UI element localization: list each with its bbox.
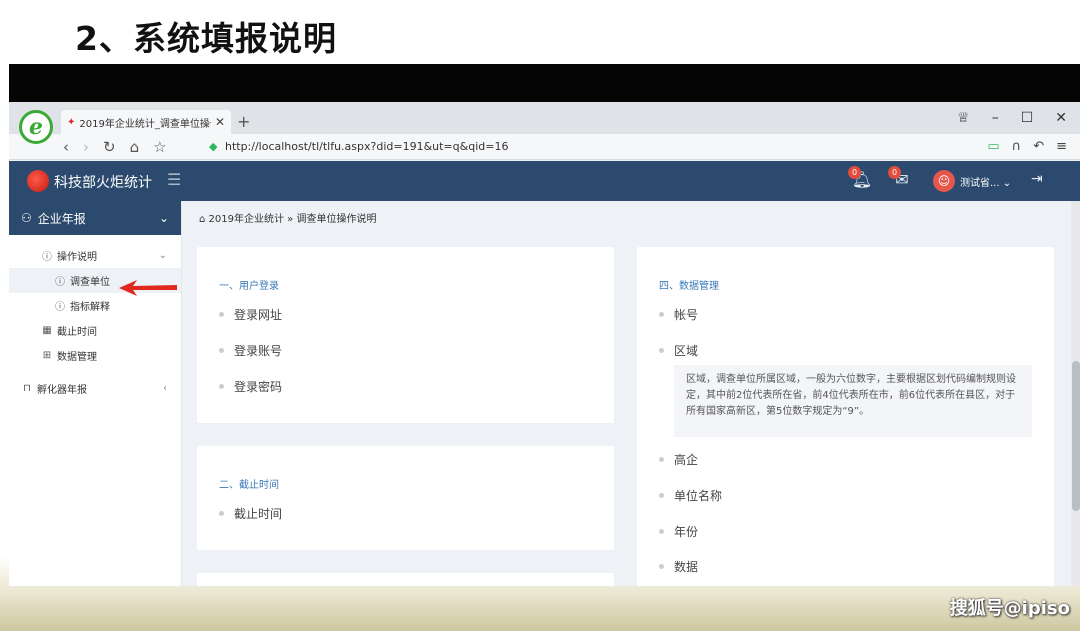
avatar[interactable]: ☺: [933, 170, 955, 192]
sidebar-item-data-mgmt[interactable]: ⊞ 数据管理: [9, 343, 181, 368]
minimize-button[interactable]: –: [992, 110, 999, 126]
help-circle-icon: ⓘ: [55, 277, 65, 288]
address-bar: ‹ › ↻ ⌂ ☆ ◆ http://localhost/tl/tlfu.asp…: [9, 134, 1080, 160]
help-circle-icon: ⓘ: [55, 302, 65, 313]
sidebar-item-incubator[interactable]: ⊓ 孵化器年报 ‹: [9, 376, 181, 401]
headphones-icon[interactable]: ∩: [1012, 139, 1022, 154]
card-user-login: 一、用户登录 登录网址 登录账号 登录密码: [197, 247, 614, 423]
maximize-button[interactable]: ☐: [1021, 110, 1034, 126]
back-icon[interactable]: ‹: [63, 138, 69, 156]
new-tab-button[interactable]: +: [237, 112, 250, 131]
scrollbar[interactable]: [1071, 201, 1080, 586]
home-icon[interactable]: ⌂: [130, 138, 140, 156]
torch-logo-icon: [27, 170, 49, 192]
help-circle-icon: ⓘ: [42, 252, 52, 263]
app-header: 科技部火炬统计 ☰ 🔔︎ 0 ✉ 0 ☺ 测试省... ⌄ ⇥: [9, 161, 1080, 201]
url-text: http://localhost/tl/tlfu.aspx?did=191&ut…: [224, 140, 509, 153]
browser-logo-icon: e: [19, 110, 53, 144]
mail-icon[interactable]: ✉ 0: [888, 166, 913, 192]
black-bar: [9, 64, 1080, 102]
tab-close-icon[interactable]: ✕: [215, 115, 225, 129]
chevron-down-icon: ⌄: [158, 250, 167, 261]
chevron-down-icon: ⌄: [158, 211, 169, 225]
logout-icon[interactable]: ⇥: [1031, 171, 1043, 187]
sidebar: ⚇ 企业年报 ⌄ ⓘ 操作说明 ⌄ ⓘ 调查单位 ⓘ 指标解释 ▦ 截止时间 ⊞…: [9, 201, 182, 586]
lock-icon: ⊓: [23, 383, 31, 394]
bell-icon[interactable]: 🔔︎ 0: [848, 166, 873, 192]
menu-icon[interactable]: ≡: [1056, 139, 1067, 154]
field-region: 区域: [659, 342, 698, 359]
field-deadline: 截止时间: [219, 505, 282, 522]
calendar-icon: ▦: [42, 325, 52, 336]
grid-icon: ⊞: [42, 350, 52, 361]
app-name: 科技部火炬统计: [54, 175, 152, 191]
watermark: 搜狐号@ipiso: [949, 598, 1070, 619]
region-note: 区域，调查单位所属区域，一般为六位数字，主要根据区划代码编制规则设定，其中前2位…: [674, 365, 1032, 437]
breadcrumb: ⌂ 2019年企业统计 » 调查单位操作说明: [199, 214, 377, 225]
section-title: 二、截止时间: [219, 480, 279, 491]
scroll-thumb[interactable]: [1072, 361, 1080, 511]
section-title: 四、数据管理: [659, 281, 719, 292]
browser-window: ✦ 2019年企业统计_调查单位操作( ✕ + ♕ – ☐ ✕ e ‹ › ↻ …: [9, 102, 1080, 586]
sidebar-header-enterprise[interactable]: ⚇ 企业年报 ⌄: [9, 201, 181, 235]
section-title: 一、用户登录: [219, 281, 279, 292]
secure-shield-icon: ◆: [209, 140, 218, 153]
slide-title: 2、系统填报说明: [75, 19, 337, 58]
users-icon: ⚇: [21, 211, 32, 225]
card-deadline: 二、截止时间 截止时间: [197, 446, 614, 550]
home-icon[interactable]: ⌂: [199, 214, 205, 225]
field-login-password: 登录密码: [219, 378, 282, 395]
menu-toggle-icon[interactable]: ☰: [167, 170, 181, 189]
field-hightech: 高企: [659, 451, 698, 468]
card-data-mgmt: 四、数据管理 帐号 区域 区域，调查单位所属区域，一般为六位数字，主要根据区划代…: [637, 247, 1054, 586]
field-login-url: 登录网址: [219, 306, 282, 323]
skin-icon[interactable]: ♕: [957, 110, 970, 126]
field-unit-name: 单位名称: [659, 487, 722, 504]
field-login-account: 登录账号: [219, 342, 282, 359]
sidebar-item-deadline[interactable]: ▦ 截止时间: [9, 318, 181, 343]
url-field[interactable]: ◆ http://localhost/tl/tlfu.aspx?did=191&…: [209, 140, 508, 153]
card-next: [197, 573, 614, 586]
favorite-star-icon[interactable]: ☆: [153, 138, 166, 156]
undo-icon[interactable]: ↶: [1033, 139, 1044, 154]
close-window-button[interactable]: ✕: [1055, 110, 1067, 126]
forward-icon[interactable]: ›: [83, 138, 89, 156]
tab-title: 2019年企业统计_调查单位操作(: [79, 118, 211, 130]
browser-tab[interactable]: ✦ 2019年企业统计_调查单位操作( ✕: [61, 110, 231, 134]
battery-icon[interactable]: ▭: [987, 139, 999, 154]
sidebar-item-operation[interactable]: ⓘ 操作说明 ⌄: [9, 243, 181, 268]
red-arrow-annotation: [119, 280, 177, 296]
mail-badge: 0: [888, 166, 901, 179]
user-menu[interactable]: 测试省... ⌄: [960, 174, 1011, 189]
field-account: 帐号: [659, 306, 698, 323]
field-data: 数据: [659, 558, 698, 575]
bell-badge: 0: [848, 166, 861, 179]
field-year: 年份: [659, 523, 698, 540]
tab-favicon-icon: ✦: [67, 116, 76, 128]
reload-icon[interactable]: ↻: [103, 138, 116, 156]
chevron-left-icon: ‹: [163, 383, 167, 394]
tab-bar: ✦ 2019年企业统计_调查单位操作( ✕ + ♕ – ☐ ✕: [9, 102, 1080, 134]
